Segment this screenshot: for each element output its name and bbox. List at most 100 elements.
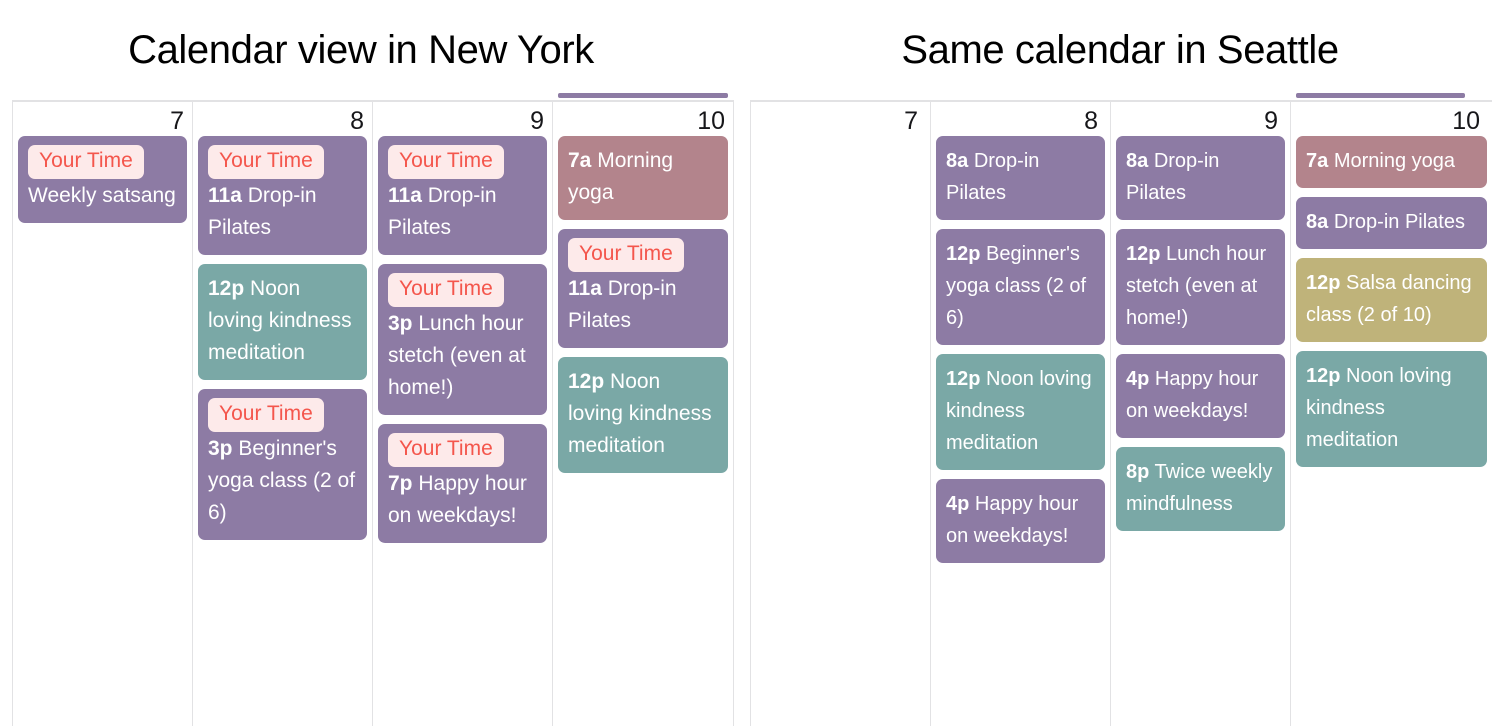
your-time-redaction-badge: Your Time xyxy=(388,273,504,307)
your-time-redaction-badge: Your Time xyxy=(208,145,324,179)
day-column-10[interactable]: 10 7a Morning yoga Your Time 11a Drop-in Pi… xyxy=(552,93,734,726)
day-column-8[interactable]: 8 8a Drop-in Pilates 12p Beginner's yoga c… xyxy=(930,102,1110,726)
calendar-event[interactable]: Your Time 3p Beginner's yoga class (2 of … xyxy=(198,389,367,540)
event-title: Weekly satsang xyxy=(28,184,176,207)
calendar-event[interactable]: 8a Drop-in Pilates xyxy=(1116,136,1285,220)
event-time: 12p xyxy=(1306,365,1341,387)
left-calendar-grid: 7 Your Time Weekly satsang 8 Your Time 11a Dr… xyxy=(12,93,734,726)
calendar-event[interactable]: 8a Drop-in Pilates xyxy=(1296,197,1487,249)
event-body: 8a Drop-in Pilates xyxy=(946,145,1095,209)
your-time-redaction-badge: Your Time xyxy=(388,145,504,179)
event-title: Drop-in Pilates xyxy=(1333,211,1465,233)
day-events-list: Your Time 11a Drop-in Pilates 12p Noon lov… xyxy=(193,136,372,540)
event-body: 8a Drop-in Pilates xyxy=(1126,145,1275,209)
right-calendar-title: Same calendar in Seattle xyxy=(901,28,1339,72)
event-time: 11a xyxy=(388,184,422,207)
day-events-list: 7a Morning yoga 8a Drop-in Pilates 12p Sal… xyxy=(1291,136,1492,467)
event-body: 3p Lunch hour stetch (even at home!) xyxy=(388,308,537,404)
day-column-10[interactable]: 10 7a Morning yoga 8a Drop-in Pilates 12p S… xyxy=(1290,93,1492,726)
day-events-list: 7a Morning yoga Your Time 11a Drop-in Pila… xyxy=(553,136,733,473)
day-column-9[interactable]: 9 8a Drop-in Pilates 12p Lunch hour stetch… xyxy=(1110,102,1290,726)
event-time: 4p xyxy=(1126,368,1150,390)
event-body: 4p Happy hour on weekdays! xyxy=(946,488,1095,552)
event-time: 12p xyxy=(946,368,981,390)
calendar-event[interactable]: 4p Happy hour on weekdays! xyxy=(936,479,1105,563)
calendar-event[interactable]: 12p Noon loving kindness meditation xyxy=(936,354,1105,470)
calendar-event[interactable]: 7a Morning yoga xyxy=(558,136,728,220)
calendar-event[interactable]: 12p Lunch hour stetch (even at home!) xyxy=(1116,229,1285,345)
your-time-redaction-badge: Your Time xyxy=(388,433,504,467)
calendar-event[interactable]: 12p Noon loving kindness meditation xyxy=(198,264,367,380)
event-time: 8a xyxy=(1126,150,1149,172)
day-number: 7 xyxy=(904,107,918,135)
calendar-comparison-page: Calendar view in New York Same calendar … xyxy=(0,0,1500,726)
event-time: 12p xyxy=(1306,272,1341,294)
calendar-event[interactable]: 12p Noon loving kindness meditation xyxy=(1296,351,1487,467)
right-calendar-panel: 7 8 8a Drop-in Pilates 12p Beginner's yoga … xyxy=(750,93,1492,726)
event-time: 8a xyxy=(946,150,969,172)
calendar-event[interactable]: 12p Beginner's yoga class (2 of 6) xyxy=(936,229,1105,345)
event-time: 11a xyxy=(208,184,242,207)
event-body: 11a Drop-in Pilates xyxy=(208,180,357,244)
event-time: 12p xyxy=(946,243,981,265)
calendar-event[interactable]: Your Time 3p Lunch hour stetch (even at h… xyxy=(378,264,547,415)
calendar-event[interactable]: 4p Happy hour on weekdays! xyxy=(1116,354,1285,438)
event-time: 12p xyxy=(1126,243,1161,265)
calendar-event[interactable]: 8a Drop-in Pilates xyxy=(936,136,1105,220)
event-time: 4p xyxy=(946,493,970,515)
day-number: 10 xyxy=(697,107,725,135)
day-number: 7 xyxy=(170,107,184,135)
event-time: 3p xyxy=(388,312,413,335)
event-time: 7p xyxy=(388,472,413,495)
calendar-event[interactable]: Your Time Weekly satsang xyxy=(18,136,187,223)
calendar-event[interactable]: Your Time 7p Happy hour on weekdays! xyxy=(378,424,547,543)
overflow-event-bar xyxy=(1296,93,1465,98)
day-number: 8 xyxy=(350,107,364,135)
calendar-event[interactable]: 12p Noon loving kindness meditation xyxy=(558,357,728,473)
your-time-redaction-badge: Your Time xyxy=(28,145,144,179)
event-body: 4p Happy hour on weekdays! xyxy=(1126,363,1275,427)
event-time: 12p xyxy=(568,370,605,393)
right-calendar-grid: 7 8 8a Drop-in Pilates 12p Beginner's yoga … xyxy=(750,93,1492,726)
event-body: 7p Happy hour on weekdays! xyxy=(388,468,537,532)
day-number: 9 xyxy=(530,107,544,135)
calendar-event[interactable]: 8p Twice weekly mindfulness xyxy=(1116,447,1285,531)
event-time: 8p xyxy=(1126,461,1150,483)
event-body: 12p Noon loving kindness meditation xyxy=(1306,360,1477,456)
event-body: 3p Beginner's yoga class (2 of 6) xyxy=(208,433,357,529)
event-time: 3p xyxy=(208,437,233,460)
event-body: 7a Morning yoga xyxy=(1306,145,1477,177)
event-body: 12p Noon loving kindness meditation xyxy=(208,273,357,369)
event-time: 11a xyxy=(568,277,602,300)
event-time: 12p xyxy=(208,277,245,300)
event-body: 12p Salsa dancing class (2 of 10) xyxy=(1306,267,1477,331)
calendar-event[interactable]: 7a Morning yoga xyxy=(1296,136,1487,188)
day-column-7[interactable]: 7 xyxy=(750,102,930,726)
event-body: 11a Drop-in Pilates xyxy=(568,273,718,337)
event-body: 7a Morning yoga xyxy=(568,145,718,209)
day-events-list: Your Time 11a Drop-in Pilates Your Time 3p … xyxy=(373,136,552,543)
day-column-8[interactable]: 8 Your Time 11a Drop-in Pilates 12p Noon lo… xyxy=(192,102,372,726)
event-title: Morning yoga xyxy=(1333,150,1455,172)
overflow-event-bar xyxy=(558,93,728,98)
calendar-event[interactable]: 12p Salsa dancing class (2 of 10) xyxy=(1296,258,1487,342)
calendar-event[interactable]: Your Time 11a Drop-in Pilates xyxy=(198,136,367,255)
event-body: 12p Noon loving kindness meditation xyxy=(568,366,718,462)
day-column-7[interactable]: 7 Your Time Weekly satsang xyxy=(12,102,192,726)
your-time-redaction-badge: Your Time xyxy=(568,238,684,272)
event-body: 11a Drop-in Pilates xyxy=(388,180,537,244)
event-body: 12p Beginner's yoga class (2 of 6) xyxy=(946,238,1095,334)
your-time-redaction-badge: Your Time xyxy=(208,398,324,432)
calendar-event[interactable]: Your Time 11a Drop-in Pilates xyxy=(558,229,728,348)
event-body: 12p Noon loving kindness meditation xyxy=(946,363,1095,459)
day-column-9[interactable]: 9 Your Time 11a Drop-in Pilates Your Time 3p… xyxy=(372,102,552,726)
event-time: 8a xyxy=(1306,211,1329,233)
day-number: 9 xyxy=(1264,107,1278,135)
left-calendar-title: Calendar view in New York xyxy=(128,28,594,72)
day-number: 8 xyxy=(1084,107,1098,135)
calendar-event[interactable]: Your Time 11a Drop-in Pilates xyxy=(378,136,547,255)
day-events-list: 8a Drop-in Pilates 12p Lunch hour stetch … xyxy=(1111,136,1290,531)
day-number: 10 xyxy=(1452,107,1480,135)
event-body: 12p Lunch hour stetch (even at home!) xyxy=(1126,238,1275,334)
day-events-list: Your Time Weekly satsang xyxy=(13,136,192,223)
